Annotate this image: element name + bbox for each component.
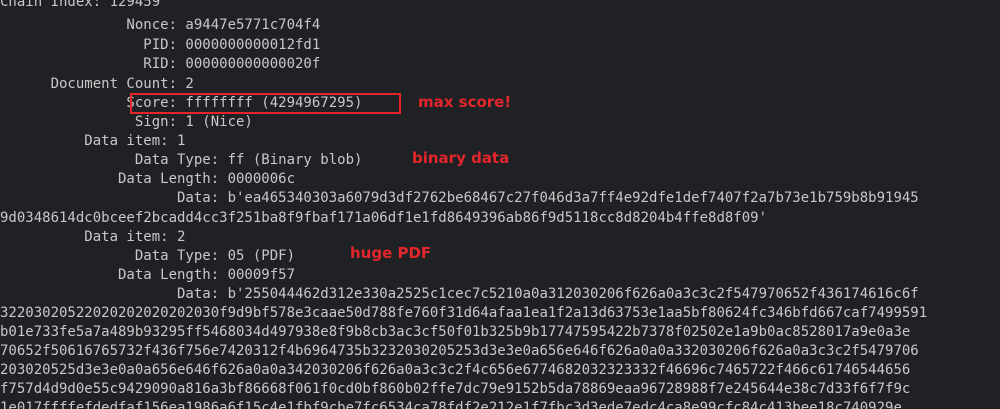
data-item-1-line: Data item: 1 [0,133,186,149]
data-2-hex-line: 1e017ffffefdedfaf156ea1986a6f15c4e1fbf9c… [0,400,902,409]
data-length-1-line: Data Length: 0000006c [0,171,296,187]
data-type-1-line: Data Type: ff (Binary blob) [0,152,363,168]
data-2-hex-line: 203020525d3e3e0a0a656e646f626a0a0a342030… [0,362,911,378]
data-2-line: Data: b'255044462d312e330a2525c1cec7c521… [0,286,919,302]
data-1-continued-line: 9d0348614dc0bceef2bcadd4cc3f251ba8f9fbaf… [0,210,768,226]
data-item-2-line: Data item: 2 [0,229,186,245]
nonce-line: Nonce: a9447e5771c704f4 [0,17,321,33]
max-score-annotation: max score! [418,93,512,111]
data-length-2-line: Data Length: 00009f57 [0,267,296,283]
data-2-hex-line: f757d4d9d0e55c9429090a816a3bf86668f061f0… [0,381,911,397]
data-2-hex-line: 70652f50616765732f436f756e7420312f4b6964… [0,343,919,359]
terminal-output: Chain Index: 129459 Nonce: a9447e5771c70… [0,0,1000,409]
huge-pdf-annotation: huge PDF [350,244,432,262]
data-2-hex-line: b01e733fe5a7a489b93295ff5468034d497938e8… [0,324,911,340]
chain-index-line: Chain Index: 129459 [0,0,161,10]
pid-line: PID: 0000000000012fd1 [0,37,321,53]
score-highlight-box [130,93,401,114]
data-type-2-line: Data Type: 05 (PDF) [0,248,296,264]
sign-line: Sign: 1 (Nice) [0,114,253,130]
data-1-line: Data: b'ea465340303a6079d3df2762be68467c… [0,190,919,206]
binary-data-annotation: binary data [412,149,510,167]
data-2-hex-line: 32203020522020202020202030f9d9bf578e3caa… [0,305,928,321]
document-count-line: Document Count: 2 [0,76,194,92]
rid-line: RID: 000000000000020f [0,56,321,72]
